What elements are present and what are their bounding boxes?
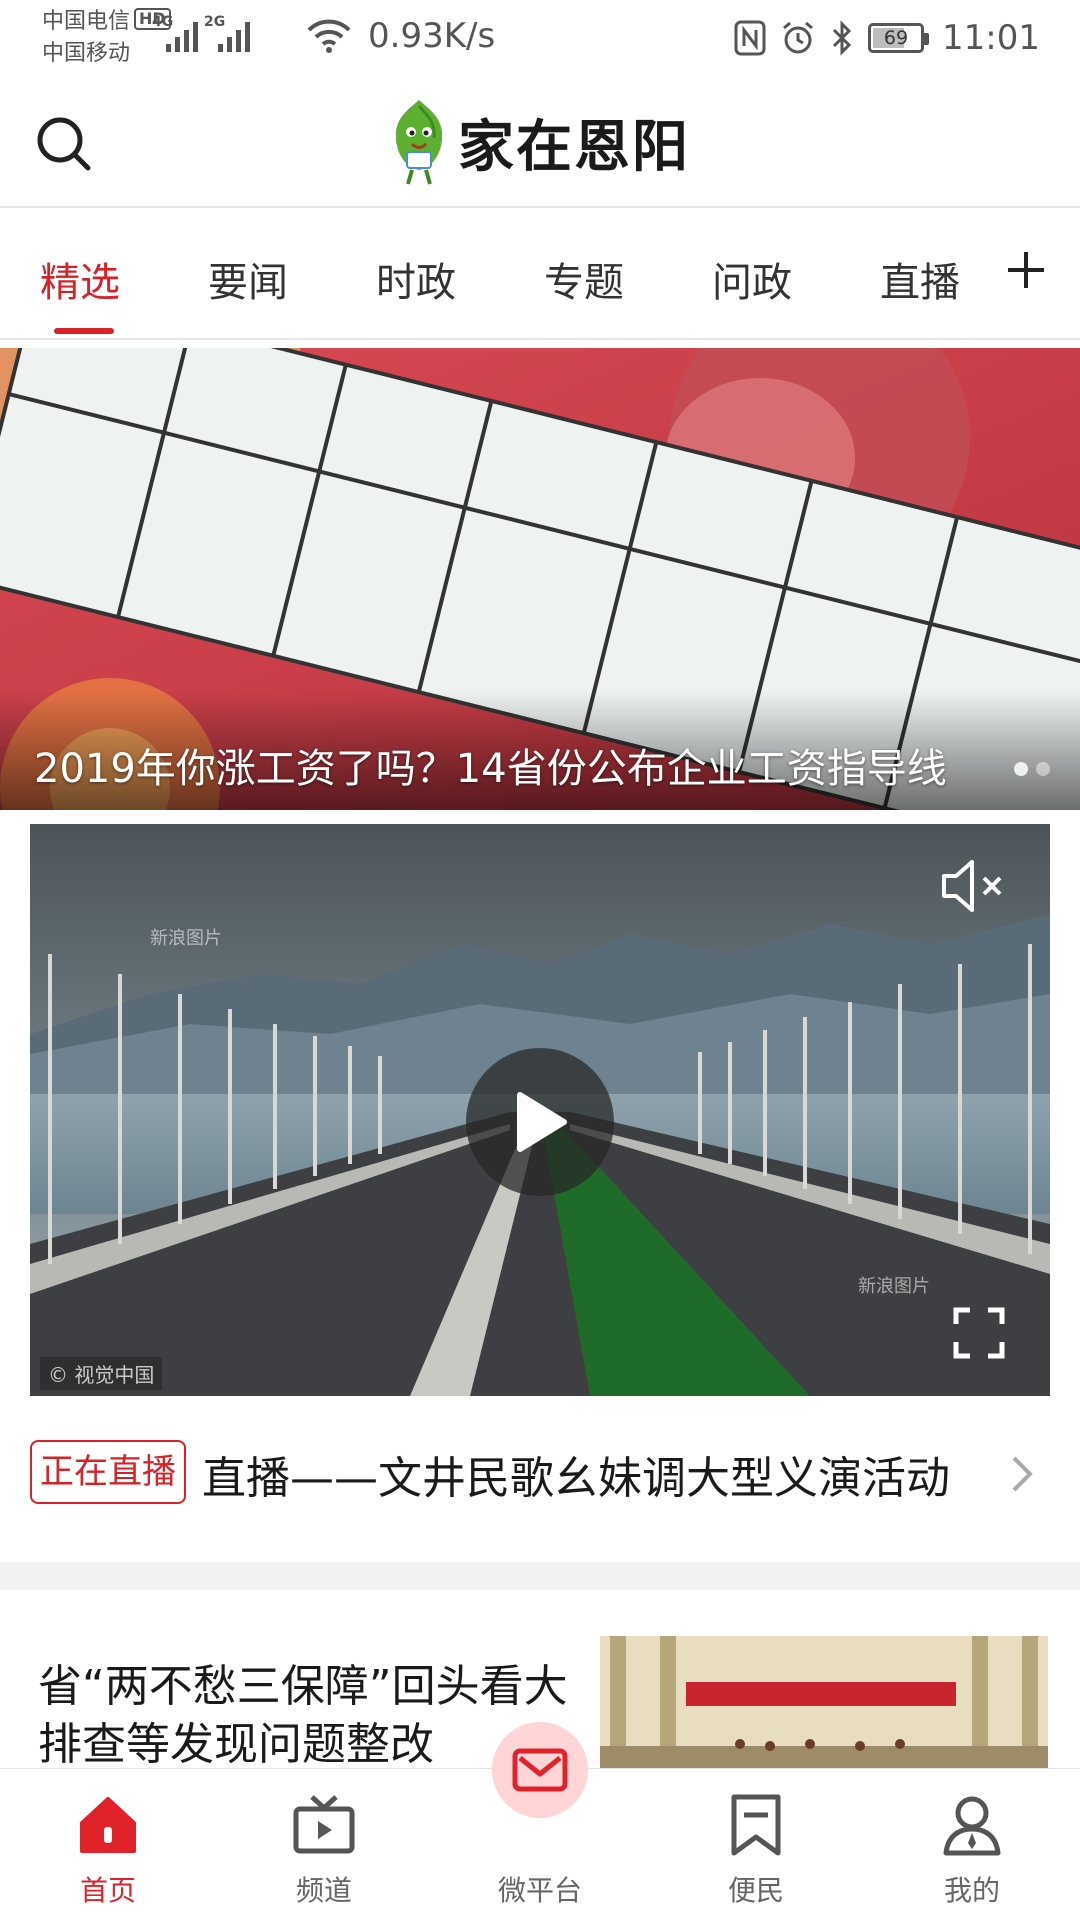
battery-level: 69	[883, 27, 909, 49]
tab-inquiry[interactable]: 问政	[712, 250, 792, 308]
signal-icon: 2G	[204, 14, 254, 58]
active-tab-indicator	[54, 328, 114, 334]
watermark-brand: 新浪图片	[150, 928, 222, 949]
home-icon	[80, 1797, 136, 1853]
app-title: 家在恩阳	[458, 114, 690, 180]
channel-tabs: 精选 要闻 时政 专题 问政 直播	[0, 210, 1080, 340]
clock: 11:01	[942, 18, 1040, 58]
mail-icon	[512, 1748, 568, 1792]
banner-title[interactable]: 2019年你涨工资了吗？14省份公布企业工资指导线	[34, 736, 984, 794]
video-player[interactable]: 新浪图片 新浪图片 © 视觉中国	[30, 824, 1050, 1396]
tab-live[interactable]: 直播	[880, 250, 960, 308]
nav-profile-label: 我的	[943, 1874, 1000, 1907]
carousel-dot	[1014, 762, 1028, 776]
live-badge: 正在直播	[30, 1440, 186, 1504]
brand: 家在恩阳	[390, 92, 690, 192]
nav-home[interactable]: 首页	[0, 1769, 216, 1920]
watermark-credit: © 视觉中国	[40, 1357, 163, 1390]
tab-featured[interactable]: 精选	[40, 250, 120, 308]
signal-icon: 4G	[152, 14, 202, 58]
carousel-dots	[1014, 762, 1050, 776]
section-divider	[0, 1562, 1080, 1590]
carrier-1: 中国电信	[42, 9, 131, 34]
nav-services[interactable]: 便民	[648, 1769, 864, 1920]
play-icon	[517, 1092, 567, 1152]
mascot-logo	[395, 100, 443, 185]
battery-icon: 69	[868, 23, 930, 53]
nav-profile[interactable]: 我的	[864, 1769, 1080, 1920]
nav-channels-label: 频道	[295, 1874, 352, 1907]
bluetooth-icon	[832, 20, 852, 56]
wifi-icon	[307, 19, 351, 53]
news-image	[600, 1636, 1048, 1776]
live-title[interactable]: 直播——文井民歌幺妹调大型义演活动	[202, 1442, 962, 1506]
live-item[interactable]: 正在直播 直播——文井民歌幺妹调大型义演活动	[30, 1438, 1050, 1508]
status-bar: 中国电信 HD 中国移动 4G 2G 0.93K/s 69 11:01	[0, 0, 1080, 78]
carousel-dot	[1036, 762, 1050, 776]
fullscreen-icon[interactable]	[952, 1306, 1006, 1360]
search-icon[interactable]	[32, 112, 96, 176]
banner-carousel[interactable]: 2019年你涨工资了吗？14省份公布企业工资指导线	[0, 348, 1080, 810]
nav-microplatform-label: 微平台	[497, 1874, 582, 1907]
tab-politics[interactable]: 时政	[376, 250, 456, 308]
plus-icon[interactable]	[996, 240, 1056, 300]
tab-topics[interactable]: 专题	[544, 250, 624, 308]
watermark-brand-2: 新浪图片	[858, 1276, 930, 1297]
play-button[interactable]	[466, 1048, 614, 1196]
app-header: 家在恩阳	[0, 78, 1080, 208]
nfc-icon	[734, 20, 766, 56]
nav-home-label: 首页	[79, 1874, 136, 1907]
tv-icon	[293, 1795, 355, 1854]
net-speed: 0.93K/s	[368, 16, 496, 56]
tab-headlines[interactable]: 要闻	[208, 250, 288, 308]
news-thumbnail[interactable]	[600, 1636, 1048, 1776]
status-icons: 69 11:01	[734, 14, 1040, 62]
nav-services-label: 便民	[727, 1874, 784, 1907]
nav-channels[interactable]: 频道	[216, 1769, 432, 1920]
microplatform-bubble[interactable]	[492, 1722, 588, 1818]
user-icon	[943, 1796, 1001, 1856]
bookmark-icon	[731, 1794, 781, 1856]
alarm-icon	[783, 21, 813, 54]
chevron-right-icon[interactable]	[1008, 1452, 1036, 1496]
mute-icon[interactable]	[938, 854, 1010, 918]
